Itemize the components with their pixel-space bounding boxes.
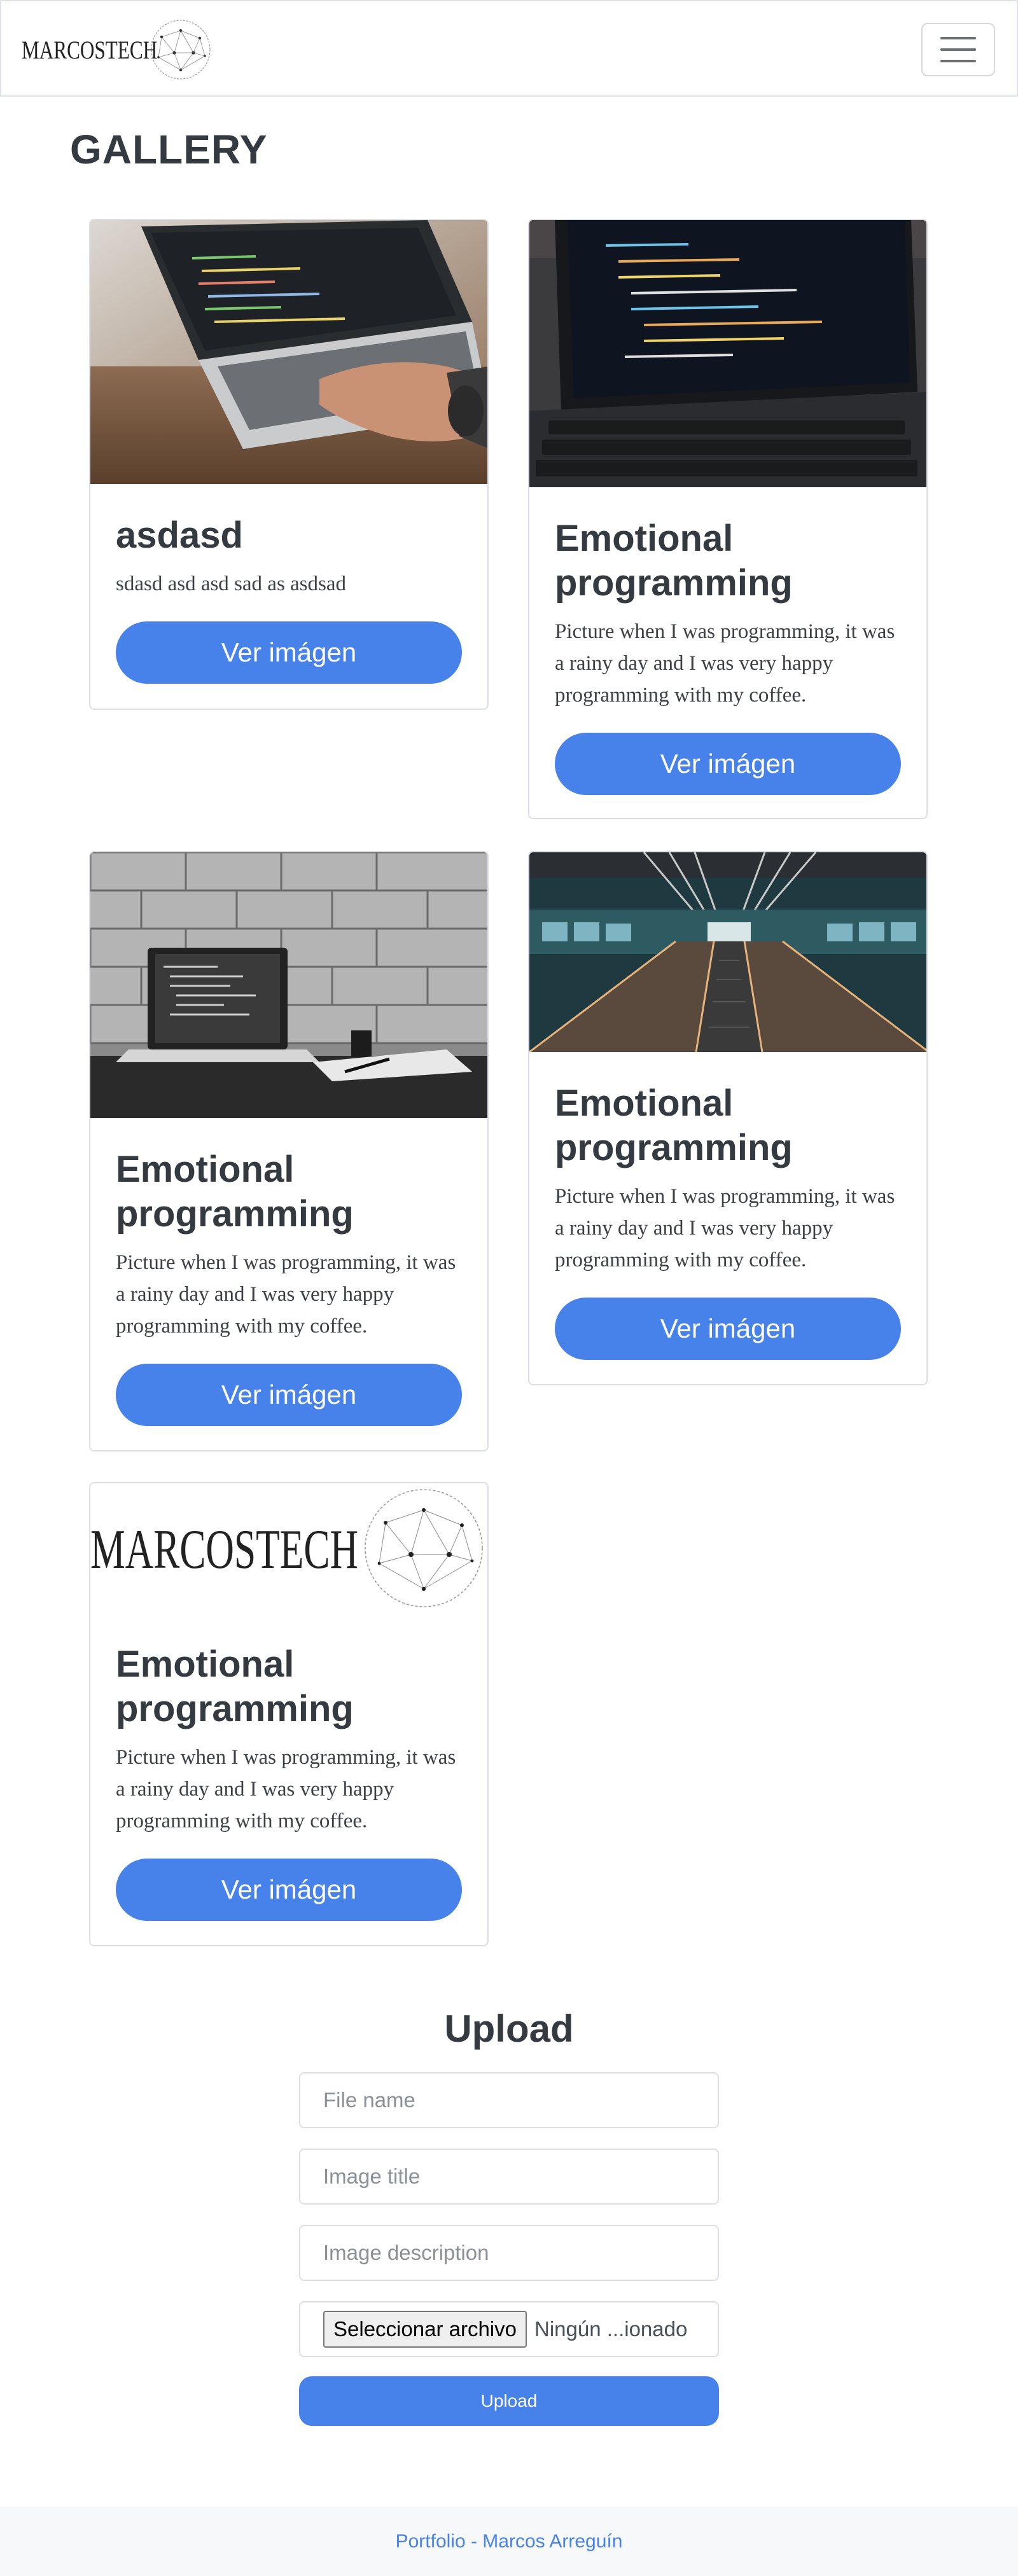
logo-text: MARCOSTECH [90, 1519, 359, 1581]
upload-button[interactable]: Upload [299, 2376, 719, 2426]
marcostech-logo: MARCOSTECH [90, 1483, 487, 1613]
card-title: Emotional programming [555, 1083, 793, 1168]
card-description: sdasd asd asd sad as asdsad [116, 572, 347, 595]
card-description: Picture when I was programming, it was a… [116, 1746, 456, 1832]
file-name-input[interactable] [299, 2072, 719, 2128]
image-title-input[interactable] [299, 2149, 719, 2205]
card-title: Emotional programming [116, 1644, 354, 1729]
choose-file-button[interactable]: Seleccionar archivo [323, 2311, 527, 2348]
menu-bar [940, 37, 976, 39]
card-description: Picture when I was programming, it was a… [116, 1251, 456, 1338]
laptop-brick-wall-photo [90, 852, 487, 1118]
gallery-card: MARCOSTECH Emotional programming Picture… [89, 1482, 489, 1946]
view-image-button[interactable]: Ver imágen [555, 733, 901, 795]
navbar: MARCOSTECH [0, 0, 1018, 97]
view-image-button[interactable]: Ver imágen [116, 621, 462, 684]
menu-bar [940, 60, 976, 62]
file-input[interactable]: Seleccionar archivo Ningún ...ionado [299, 2301, 719, 2357]
upload-title: Upload [444, 2007, 574, 2050]
laptop-code-photo [90, 220, 487, 484]
footer: Portfolio - Marcos Arreguín [0, 2507, 1018, 2576]
gallery-card: Emotional programming Picture when I was… [528, 219, 928, 819]
gallery-card: Emotional programming Picture when I was… [528, 851, 928, 1385]
view-image-button[interactable]: Ver imágen [116, 1859, 462, 1921]
gallery-card: Emotional programming Picture when I was… [89, 851, 489, 1451]
view-image-button[interactable]: Ver imágen [555, 1298, 901, 1360]
network-globe-icon [365, 1489, 483, 1607]
card-title: Emotional programming [555, 518, 793, 604]
card-description: Picture when I was programming, it was a… [555, 1185, 895, 1271]
view-image-button[interactable]: Ver imágen [116, 1364, 462, 1426]
gallery-title: GALLERY [70, 127, 268, 172]
card-title: Emotional programming [116, 1149, 354, 1235]
portfolio-link[interactable]: Portfolio - Marcos Arreguín [396, 2531, 623, 2552]
gallery-card: asdasd sdasd asd asd sad as asdsad Ver i… [89, 219, 489, 710]
brand-link[interactable]: MARCOSTECH [22, 18, 211, 81]
image-description-input[interactable] [299, 2225, 719, 2281]
card-description: Picture when I was programming, it was a… [555, 620, 895, 707]
brand-text: MARCOSTECH [22, 35, 158, 64]
laptop-keyboard-photo [529, 220, 926, 487]
network-globe-icon [151, 20, 211, 80]
card-title: asdasd [116, 515, 243, 556]
file-status: Ningún ...ionado [534, 2317, 688, 2341]
menu-bar [940, 48, 976, 51]
escalator-photo [529, 852, 926, 1052]
hamburger-menu-icon[interactable] [921, 23, 995, 76]
